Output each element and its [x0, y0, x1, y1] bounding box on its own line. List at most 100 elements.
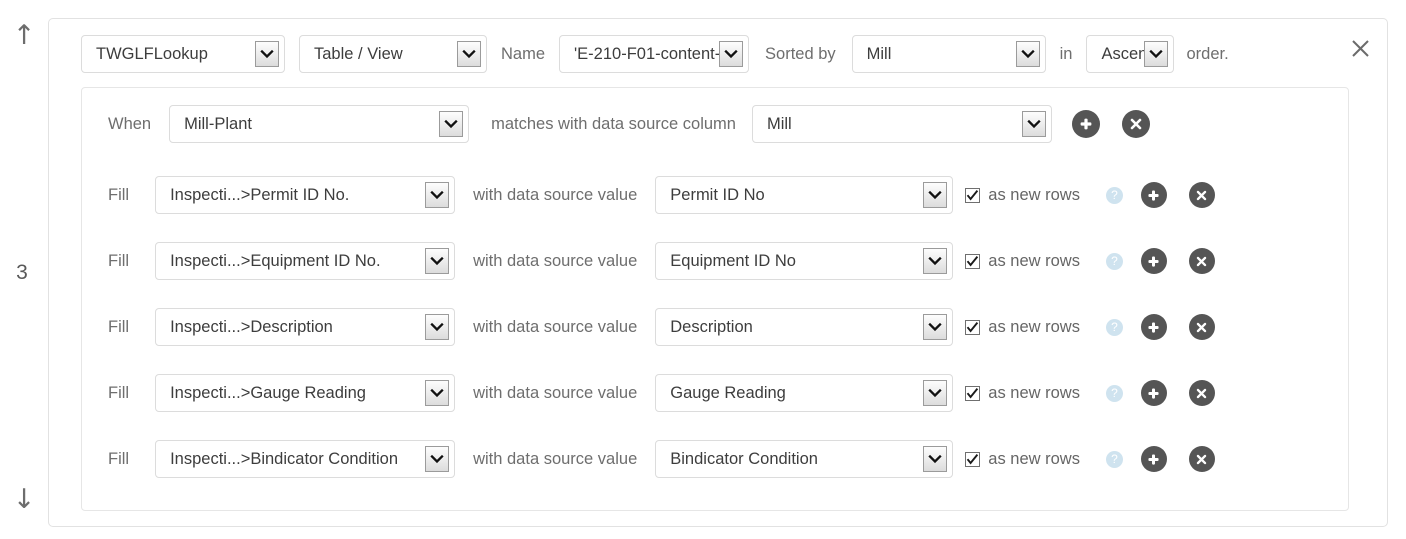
as-new-rows-checkbox[interactable]: as new rows	[965, 450, 1080, 469]
in-label: in	[1059, 44, 1073, 63]
fill-target-select[interactable]: Inspecti...>Gauge Reading	[155, 374, 456, 412]
sort-order-select[interactable]: Ascen	[1086, 35, 1175, 73]
with-data-source-value-label: with data source value	[473, 449, 638, 468]
as-new-rows-label: as new rows	[988, 317, 1080, 336]
lookup-kind-value: Table / View	[314, 44, 403, 63]
lookup-source-select[interactable]: TWGLFLookup	[81, 35, 285, 73]
fill-source-value: Description	[670, 317, 753, 336]
fill-target-value: Inspecti...>Permit ID No.	[170, 185, 350, 204]
fill-source-select[interactable]: Equipment ID No	[655, 242, 954, 280]
add-fill-rule-button[interactable]	[1140, 380, 1167, 406]
lookup-source-value: TWGLFLookup	[96, 44, 208, 63]
fill-rule-row: Fill Inspecti...>Equipment ID No. with d…	[108, 238, 1318, 284]
plus-icon	[1146, 254, 1161, 269]
with-data-source-value-label: with data source value	[473, 251, 638, 270]
lookup-name-select[interactable]: 'E-210-F01-content-	[559, 35, 750, 73]
close-panel-button[interactable]	[1343, 31, 1377, 65]
close-x-icon	[1128, 116, 1144, 132]
remove-fill-rule-button[interactable]	[1188, 182, 1215, 208]
fill-target-value: Inspecti...>Gauge Reading	[170, 383, 366, 402]
remove-fill-rule-button[interactable]	[1188, 446, 1215, 472]
when-field-value: Mill-Plant	[184, 114, 252, 133]
sort-column-value: Mill	[866, 44, 892, 63]
checkbox-box	[965, 385, 981, 401]
fill-label: Fill	[108, 185, 130, 204]
as-new-rows-checkbox[interactable]: as new rows	[965, 318, 1080, 337]
sorted-by-label: Sorted by	[765, 44, 836, 63]
chevron-down-icon	[425, 314, 450, 340]
plus-icon	[1146, 320, 1161, 335]
fill-source-select[interactable]: Bindicator Condition	[655, 440, 954, 478]
mapping-rules-panel: When Mill-Plant matches with data source…	[81, 87, 1349, 511]
when-field-select[interactable]: Mill-Plant	[169, 105, 470, 143]
with-data-source-value-label: with data source value	[473, 185, 638, 204]
chevron-down-icon	[255, 41, 279, 67]
chevron-down-icon	[425, 248, 450, 274]
fill-target-select[interactable]: Inspecti...>Bindicator Condition	[155, 440, 456, 478]
as-new-rows-checkbox[interactable]: as new rows	[965, 252, 1080, 271]
add-fill-rule-button[interactable]	[1140, 182, 1167, 208]
fill-target-select[interactable]: Inspecti...>Equipment ID No.	[155, 242, 456, 280]
fill-source-select[interactable]: Gauge Reading	[655, 374, 954, 412]
checkbox-box	[965, 187, 981, 203]
fill-target-value: Inspecti...>Bindicator Condition	[170, 449, 399, 468]
add-fill-rule-button[interactable]	[1140, 446, 1167, 472]
remove-fill-rule-button[interactable]	[1188, 314, 1215, 340]
checkbox-box	[965, 253, 981, 269]
data-source-column-value: Mill	[766, 114, 792, 133]
add-fill-rule-button[interactable]	[1140, 314, 1167, 340]
matches-with-label: matches with data source column	[491, 114, 736, 133]
chevron-down-icon	[923, 314, 948, 340]
lookup-header-row: TWGLFLookup Table / View Name 'E-210-F01…	[81, 34, 1229, 74]
data-source-column-select[interactable]: Mill	[751, 105, 1052, 143]
chevron-down-icon	[439, 111, 464, 137]
fill-source-value: Bindicator Condition	[670, 449, 818, 468]
as-new-rows-checkbox[interactable]: as new rows	[965, 186, 1080, 205]
name-label: Name	[501, 44, 546, 63]
add-fill-rule-button[interactable]	[1140, 248, 1167, 274]
add-condition-button[interactable]	[1071, 110, 1100, 138]
fill-target-value: Inspecti...>Description	[170, 317, 333, 336]
fill-rule-row: Fill Inspecti...>Gauge Reading with data…	[108, 370, 1318, 416]
close-x-icon	[1194, 188, 1209, 203]
chevron-down-icon	[719, 41, 744, 67]
match-condition-row: When Mill-Plant matches with data source…	[108, 104, 1150, 144]
chevron-down-icon	[923, 182, 948, 208]
fill-target-select[interactable]: Inspecti...>Permit ID No.	[155, 176, 456, 214]
chevron-down-icon	[1144, 41, 1169, 67]
chevron-down-icon	[457, 41, 481, 67]
scroll-down-arrow-icon[interactable]: ↓	[0, 486, 48, 513]
lookup-rule-panel: TWGLFLookup Table / View Name 'E-210-F01…	[48, 18, 1388, 527]
fill-source-select[interactable]: Description	[655, 308, 954, 346]
help-icon[interactable]: ?	[1105, 384, 1123, 402]
help-icon[interactable]: ?	[1105, 252, 1123, 270]
help-icon[interactable]: ?	[1105, 318, 1123, 336]
remove-condition-button[interactable]	[1121, 110, 1150, 138]
fill-source-select[interactable]: Permit ID No	[655, 176, 954, 214]
order-suffix-label: order.	[1186, 44, 1229, 63]
lookup-kind-select[interactable]: Table / View	[299, 35, 487, 73]
with-data-source-value-label: with data source value	[473, 317, 638, 336]
help-icon[interactable]: ?	[1105, 186, 1123, 204]
help-icon[interactable]: ?	[1105, 450, 1123, 468]
as-new-rows-label: as new rows	[988, 251, 1080, 270]
chevron-down-icon	[425, 446, 450, 472]
fill-target-select[interactable]: Inspecti...>Description	[155, 308, 456, 346]
step-number: 3	[16, 261, 28, 284]
lookup-name-value: 'E-210-F01-content-	[574, 44, 720, 63]
as-new-rows-label: as new rows	[988, 449, 1080, 468]
chevron-down-icon	[923, 380, 948, 406]
scroll-up-arrow-icon[interactable]: ↑	[0, 22, 48, 49]
checkbox-box	[965, 319, 981, 335]
plus-icon	[1146, 386, 1161, 401]
left-rail: ↑ 3 ↓	[0, 0, 48, 539]
chevron-down-icon	[425, 182, 450, 208]
fill-rule-row: Fill Inspecti...>Bindicator Condition wi…	[108, 436, 1318, 482]
remove-fill-rule-button[interactable]	[1188, 380, 1215, 406]
fill-source-value: Equipment ID No	[670, 251, 796, 270]
sort-column-select[interactable]: Mill	[851, 35, 1046, 73]
screen: ↑ 3 ↓ TWGLFLookup Table / View Name 'E-2…	[0, 0, 1406, 539]
remove-fill-rule-button[interactable]	[1188, 248, 1215, 274]
fill-rules-list: Fill Inspecti...>Permit ID No. with data…	[108, 172, 1318, 482]
as-new-rows-checkbox[interactable]: as new rows	[965, 384, 1080, 403]
